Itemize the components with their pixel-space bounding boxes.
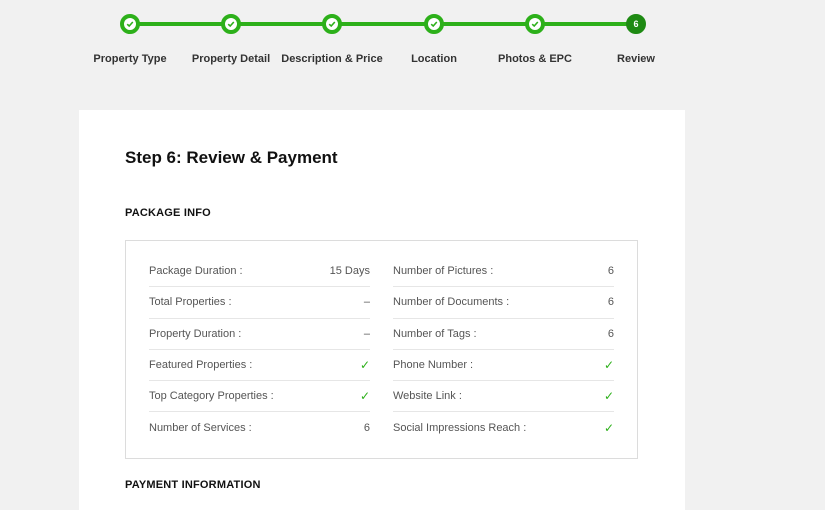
row-label: Phone Number : xyxy=(393,359,474,372)
package-row: Number of Tags : 6 xyxy=(393,319,614,350)
package-info-right-column: Number of Pictures : 6 Number of Documen… xyxy=(393,256,614,444)
check-icon: ✓ xyxy=(603,358,614,373)
row-label: Featured Properties : xyxy=(149,359,253,372)
package-row: Number of Services : 6 xyxy=(149,412,370,443)
package-row: Property Duration : – xyxy=(149,319,370,350)
row-label: Website Link : xyxy=(393,390,462,403)
step-complete-icon xyxy=(424,14,444,34)
check-icon: ✓ xyxy=(359,358,370,373)
row-value: 6 xyxy=(363,422,370,435)
row-value: 15 Days xyxy=(329,265,370,278)
step-complete-icon xyxy=(221,14,241,34)
row-value: – xyxy=(363,296,370,309)
review-card: Step 6: Review & Payment PACKAGE INFO Pa… xyxy=(79,110,685,510)
row-label: Package Duration : xyxy=(149,265,243,278)
row-value: 6 xyxy=(607,265,614,278)
package-info-heading: PACKAGE INFO xyxy=(125,207,211,219)
row-label: Number of Documents : xyxy=(393,296,510,309)
row-label: Top Category Properties : xyxy=(149,390,274,403)
check-icon: ✓ xyxy=(603,421,614,436)
step-complete-icon xyxy=(525,14,545,34)
step-label: Review xyxy=(617,53,655,65)
row-label: Property Duration : xyxy=(149,327,242,340)
step-number-badge: 6 xyxy=(626,14,646,34)
package-row: Featured Properties : ✓ xyxy=(149,350,370,382)
step-review[interactable]: 6 Review xyxy=(576,14,696,65)
check-icon: ✓ xyxy=(603,389,614,404)
row-value: – xyxy=(363,327,370,340)
package-row: Package Duration : 15 Days xyxy=(149,256,370,288)
step-complete-icon xyxy=(120,14,140,34)
row-label: Number of Services : xyxy=(149,422,252,435)
package-row: Website Link : ✓ xyxy=(393,381,614,413)
package-row: Top Category Properties : ✓ xyxy=(149,381,370,413)
step-complete-icon xyxy=(322,14,342,34)
page-title: Step 6: Review & Payment xyxy=(125,148,338,167)
row-label: Number of Tags : xyxy=(393,327,477,340)
row-label: Total Properties : xyxy=(149,296,232,309)
progress-stepper: Property Type Property Detail Descriptio… xyxy=(0,0,825,90)
row-label: Social Impressions Reach : xyxy=(393,422,527,435)
package-info-box: Package Duration : 15 Days Total Propert… xyxy=(125,240,638,459)
package-row: Total Properties : – xyxy=(149,287,370,319)
package-info-left-column: Package Duration : 15 Days Total Propert… xyxy=(149,256,370,444)
package-row: Number of Documents : 6 xyxy=(393,287,614,319)
package-row: Social Impressions Reach : ✓ xyxy=(393,412,614,443)
row-label: Number of Pictures : xyxy=(393,265,494,278)
row-value: 6 xyxy=(607,296,614,309)
check-icon: ✓ xyxy=(359,389,370,404)
package-row: Number of Pictures : 6 xyxy=(393,256,614,288)
row-value: 6 xyxy=(607,327,614,340)
payment-info-heading: PAYMENT INFORMATION xyxy=(125,479,261,491)
package-row: Phone Number : ✓ xyxy=(393,350,614,382)
